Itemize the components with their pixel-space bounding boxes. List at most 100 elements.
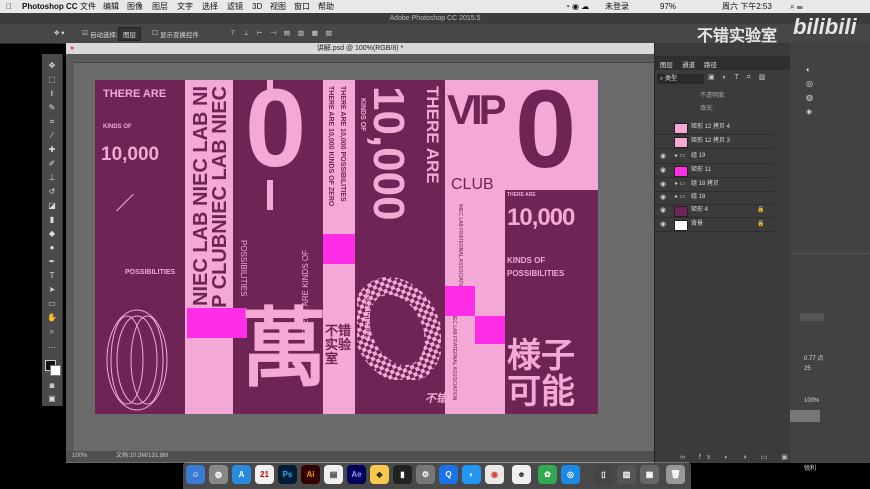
eye-icon[interactable]: ◉ xyxy=(658,178,668,191)
trash-icon[interactable]: 🗑 xyxy=(666,465,685,484)
canvas-artwork[interactable]: THERE ARE KINDS OF 10,000 POSSIBILITIES … xyxy=(95,80,598,414)
menu-app-name[interactable]: Photoshop CC xyxy=(22,0,78,13)
move-tool-icon[interactable]: ✥ xyxy=(45,60,59,71)
auto-select-checkbox[interactable]: ☑ xyxy=(82,29,88,37)
eye-icon[interactable]: ◉ xyxy=(658,204,668,217)
layer-row[interactable]: ◉ 背景 🔒 xyxy=(655,218,773,232)
illustrator-icon[interactable]: Ai xyxy=(301,465,320,484)
folder-stack-icon[interactable]: ▦ xyxy=(640,465,659,484)
zoom-tool-icon[interactable]: ⌕ xyxy=(45,326,59,337)
more-tools-icon[interactable]: ··· xyxy=(45,342,59,353)
layer-row[interactable]: ◉ 矩形 11 xyxy=(655,164,773,178)
layer-row[interactable]: ◉ ▸ ▭ 组 19 xyxy=(655,150,773,164)
user-status[interactable]: 未登录 xyxy=(605,0,629,13)
menu-help[interactable]: 帮助 xyxy=(318,0,334,13)
shape-tool-icon[interactable]: ▭ xyxy=(45,298,59,309)
layer-filter-icons[interactable]: ▣ ◐ T ⌗ ▥ xyxy=(708,73,768,82)
terminal-icon[interactable]: ▮ xyxy=(393,465,412,484)
background-color-swatch[interactable] xyxy=(50,365,61,376)
panel-icon-column[interactable]: ◐ ◎ ◍ ◈ xyxy=(806,63,813,119)
layer-row[interactable]: ◉ ▸ ▭ 组 18 拷贝 xyxy=(655,178,773,192)
doc-size[interactable]: 文档:10.3M/131.8M xyxy=(116,451,168,462)
downloads-icon[interactable]: ▥ xyxy=(617,465,636,484)
brush-tool-icon[interactable]: ✐ xyxy=(45,158,59,169)
menu-type[interactable]: 文字 xyxy=(177,0,193,13)
quick-select-icon[interactable]: ✎ xyxy=(45,102,59,113)
qq-icon[interactable]: ☻ xyxy=(512,465,531,484)
browser-icon[interactable]: ◎ xyxy=(561,465,580,484)
horizontal-ruler[interactable] xyxy=(66,54,654,63)
wechat-icon[interactable]: ✿ xyxy=(538,465,557,484)
search-icon[interactable]: ⌕ ☰ xyxy=(790,0,803,13)
menu-view[interactable]: 视图 xyxy=(270,0,286,13)
document-tab[interactable]: ● 讲解.psd @ 100%(RGB/8) * xyxy=(66,43,654,54)
app-icon[interactable]: ◐ xyxy=(462,465,481,484)
blur-tool-icon[interactable]: ◆ xyxy=(45,228,59,239)
photoshop-icon[interactable]: Ps xyxy=(278,465,297,484)
tab-paths[interactable]: 路径 xyxy=(704,59,717,69)
menu-window[interactable]: 窗口 xyxy=(294,0,310,13)
lasso-tool-icon[interactable]: ℓ xyxy=(45,88,59,99)
launchpad-icon[interactable]: ◍ xyxy=(209,465,228,484)
menu-filter[interactable]: 滤镜 xyxy=(227,0,243,13)
preview-icon[interactable]: ▯ xyxy=(594,465,613,484)
app-store-icon[interactable]: A xyxy=(232,465,251,484)
eye-icon[interactable]: ◉ xyxy=(658,150,668,163)
screen-mode-icon[interactable]: ▣ xyxy=(45,393,59,404)
clock[interactable]: 周六 下午2:53 xyxy=(722,0,772,13)
type-tool-icon[interactable]: T xyxy=(45,270,59,281)
tab-layers[interactable]: 图层 xyxy=(660,59,673,69)
auto-select-dropdown[interactable]: 图层 xyxy=(118,27,141,41)
layer-row[interactable]: 矩形 12 拷贝 4 xyxy=(655,121,773,135)
stamp-tool-icon[interactable]: ⊥ xyxy=(45,172,59,183)
menu-file[interactable]: 文件 xyxy=(80,0,96,13)
gradient-tool-icon[interactable]: ▮ xyxy=(45,214,59,225)
sketch-icon[interactable]: ◆ xyxy=(370,465,389,484)
align-icons[interactable]: ⊤ ⊥ ⊢ ⊣ ▤ ▥ ▦ ▧ xyxy=(230,29,335,37)
prop-value-4[interactable]: 锐利 xyxy=(804,463,816,472)
history-brush-icon[interactable]: ↺ xyxy=(45,186,59,197)
prop-value-3[interactable]: 100% xyxy=(804,398,819,404)
eye-icon[interactable]: ◉ xyxy=(658,164,668,177)
color-swatch-box[interactable] xyxy=(790,410,820,422)
battery-level[interactable]: 97% xyxy=(660,0,676,13)
pen-tool-icon[interactable]: ✒ xyxy=(45,256,59,267)
menu-edit[interactable]: 编辑 xyxy=(103,0,119,13)
wifi-icon[interactable]: ◔ ◉ ☁ xyxy=(565,0,589,13)
layer-row[interactable]: ◉ 矩形 4 🔒 xyxy=(655,204,773,218)
healing-icon[interactable]: ✚ xyxy=(45,144,59,155)
show-transform-checkbox[interactable]: ☐ xyxy=(152,29,158,37)
move-tool-icon[interactable]: ✥ ▾ xyxy=(54,29,65,37)
layer-row[interactable]: ◉ ▸ ▭ 组 18 xyxy=(655,191,773,205)
eyedropper-icon[interactable]: ⁄ xyxy=(45,130,59,141)
path-select-icon[interactable]: ➤ xyxy=(45,284,59,295)
eraser-tool-icon[interactable]: ◪ xyxy=(45,200,59,211)
chrome-icon[interactable]: ◉ xyxy=(485,465,504,484)
menu-image[interactable]: 图像 xyxy=(127,0,143,13)
prop-value-2[interactable]: 25 xyxy=(804,366,811,372)
layer-filter-dropdown[interactable]: ⌕ 类型 xyxy=(657,74,704,84)
finder-icon[interactable]: ☺ xyxy=(186,465,205,484)
marquee-tool-icon[interactable]: ⬚ xyxy=(45,74,59,85)
menu-3d[interactable]: 3D xyxy=(252,0,262,13)
eye-icon[interactable]: ◉ xyxy=(658,218,668,231)
zoom-level[interactable]: 100% xyxy=(72,451,87,462)
system-preferences-icon[interactable]: ⚙ xyxy=(416,465,435,484)
eye-icon[interactable]: ◉ xyxy=(658,191,668,204)
dodge-tool-icon[interactable]: ● xyxy=(45,242,59,253)
quicktime-icon[interactable]: Q xyxy=(439,465,458,484)
document-icon[interactable]: ▤ xyxy=(324,465,343,484)
crop-tool-icon[interactable]: ⌗ xyxy=(45,116,59,127)
calendar-icon[interactable]: 21 xyxy=(255,465,274,484)
quick-mask-icon[interactable]: ◙ xyxy=(45,380,59,391)
close-icon[interactable]: ● xyxy=(70,43,74,54)
tab-channels[interactable]: 通道 xyxy=(682,59,695,69)
apple-icon[interactable]:  xyxy=(6,0,12,13)
hand-tool-icon[interactable]: ✋ xyxy=(45,312,59,323)
menu-layer[interactable]: 图层 xyxy=(152,0,168,13)
vertical-ruler[interactable] xyxy=(66,62,74,454)
slider-track[interactable] xyxy=(800,313,824,321)
after-effects-icon[interactable]: Ae xyxy=(347,465,366,484)
menu-select[interactable]: 选择 xyxy=(202,0,218,13)
prop-value-1[interactable]: 0.77 点 xyxy=(804,353,823,362)
